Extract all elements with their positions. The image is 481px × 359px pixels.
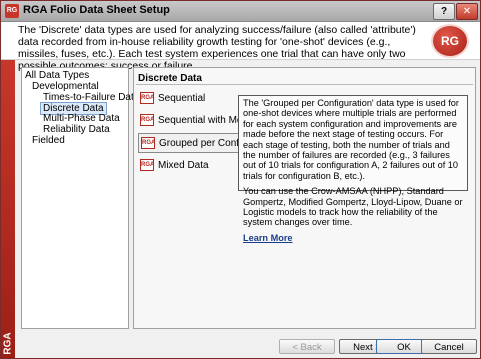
rga-icon: RGA [140, 92, 154, 104]
description-paragraph-1: The 'Grouped per Configuration' data typ… [243, 98, 459, 181]
close-button[interactable]: ✕ [456, 3, 478, 20]
option-sequential-with-mode[interactable]: RGA Sequential with Mode [138, 111, 254, 129]
tree-item-multi-phase[interactable]: Multi-Phase Data [43, 113, 120, 124]
description-paragraph-2: You can use the Crow-AMSAA (NHPP), Stand… [243, 186, 463, 228]
brand-strip-label: RGA [2, 332, 14, 355]
option-label: Mixed Data [158, 159, 209, 171]
tree-item-developmental[interactable]: Developmental [32, 81, 99, 92]
brand-strip: RGA [1, 60, 15, 358]
rga-icon: RGA [140, 159, 154, 171]
option-mixed-data[interactable]: RGA Mixed Data [138, 156, 209, 174]
tree-item-fielded[interactable]: Fielded [32, 135, 65, 146]
description-box: The 'Grouped per Configuration' data typ… [238, 95, 468, 243]
app-icon: RG [5, 4, 19, 18]
panel-title-divider [136, 84, 473, 85]
rg-logo-icon: RG [433, 26, 467, 56]
title-bar: RG RGA Folio Data Sheet Setup ? ✕ [1, 1, 480, 22]
help-button[interactable]: ? [433, 3, 455, 20]
tree-item-reliability-data[interactable]: Reliability Data [43, 124, 110, 135]
header-banner: The 'Discrete' data types are used for a… [1, 22, 480, 72]
option-label: Sequential [158, 92, 206, 104]
dialog-window: RG RGA Folio Data Sheet Setup ? ✕ The 'D… [0, 0, 481, 359]
option-sequential[interactable]: RGA Sequential [138, 89, 205, 107]
header-divider [1, 59, 480, 60]
data-type-tree: All Data Types Developmental Times-to-Fa… [21, 67, 139, 329]
rga-icon: RGA [140, 114, 154, 126]
tree-item-all-data-types[interactable]: All Data Types [25, 70, 89, 81]
back-button[interactable]: < Back [279, 339, 335, 354]
panel-title: Discrete Data [138, 73, 202, 84]
window-title: RGA Folio Data Sheet Setup [23, 4, 170, 16]
header-description: The 'Discrete' data types are used for a… [18, 24, 416, 72]
cancel-button[interactable]: Cancel [421, 339, 477, 354]
discrete-data-panel: Discrete Data RGA Sequential RGA Sequent… [133, 67, 476, 329]
learn-more-link[interactable]: Learn More [243, 233, 293, 243]
rga-icon: RGA [141, 137, 155, 149]
